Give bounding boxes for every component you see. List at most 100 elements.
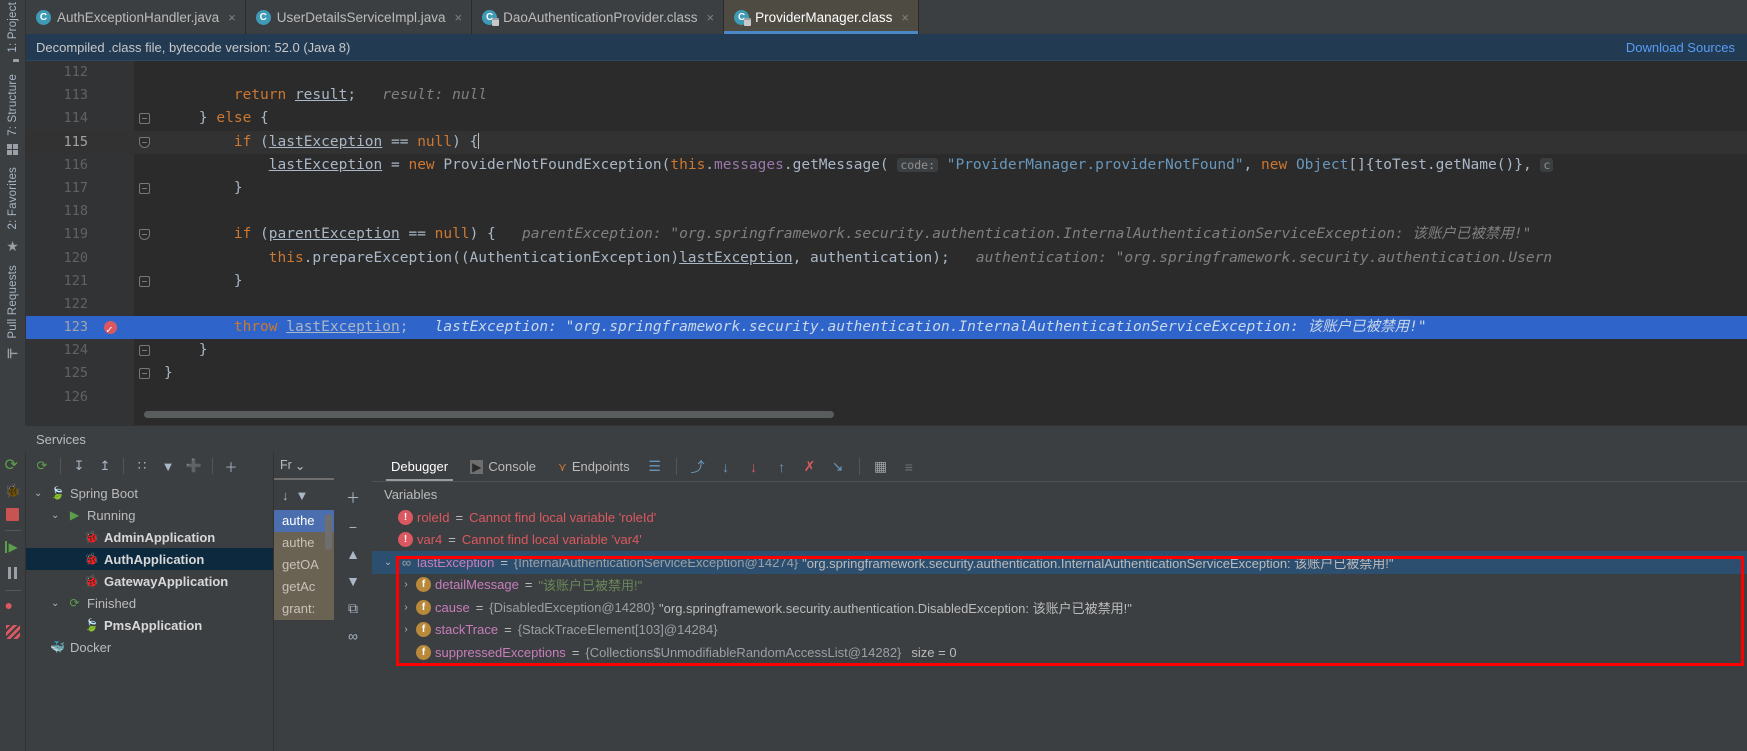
chevron-right-icon[interactable]: › <box>400 624 412 635</box>
expand-all-icon[interactable]: ↧ <box>67 455 91 477</box>
code-fold-icon[interactable] <box>139 136 150 148</box>
chevron-down-icon[interactable]: ⌄ <box>382 557 394 568</box>
variable-row[interactable]: ! roleId = Cannot find local variable 'role… <box>372 506 1747 529</box>
code-fold-icon[interactable] <box>139 345 150 357</box>
services-tree-item-spring boot[interactable]: ⌄ 🍃 Spring Boot <box>26 482 273 504</box>
code-line[interactable]: 125} <box>26 362 1747 385</box>
drop-frame-icon[interactable]: ✗ <box>796 455 824 479</box>
tab-console[interactable]: ▶ Console <box>459 452 547 481</box>
frame-item[interactable]: getOA <box>274 554 334 576</box>
layout-settings-icon[interactable]: ☰ <box>641 455 669 479</box>
filter-icon[interactable]: ▼ <box>156 455 180 477</box>
step-into-icon[interactable]: ↓ <box>712 455 740 479</box>
sidebar-tab-pull-requests[interactable]: Pull Requests <box>7 263 19 345</box>
frame-item[interactable]: getAc <box>274 576 334 598</box>
rerun-icon[interactable] <box>5 455 21 475</box>
code-editor[interactable]: 112 113 return result; result: null 114 } … <box>26 61 1747 425</box>
inspect-icon[interactable]: ∞ <box>348 628 358 644</box>
variable-row[interactable]: › f detailMessage = "该账户已被禁用!" <box>372 574 1747 597</box>
chevron-right-icon[interactable]: › <box>400 602 412 613</box>
code-line[interactable]: 119 if (parentException == null) { paren… <box>26 223 1747 246</box>
code-fold-icon[interactable] <box>139 275 150 287</box>
debug-icon[interactable] <box>5 483 21 499</box>
move-up-icon[interactable]: ▲ <box>346 546 360 562</box>
code-line[interactable]: 122 <box>26 293 1747 316</box>
chevron-down-icon[interactable]: ⌄ <box>295 458 305 473</box>
frames-scrollbar[interactable] <box>325 514 332 550</box>
code-line[interactable]: 113 return result; result: null <box>26 84 1747 107</box>
pause-program-icon[interactable] <box>5 565 21 581</box>
code-line[interactable]: 115 if (lastException == null) { <box>26 130 1747 154</box>
frames-header[interactable]: Fr ⌄ <box>274 452 334 480</box>
rerun-icon[interactable]: ⟳ <box>30 455 54 477</box>
step-out-icon[interactable]: ↑ <box>768 455 796 479</box>
services-tree-item-authapplication[interactable]: 🐞 AuthApplication <box>26 548 273 570</box>
chevron-down-icon[interactable]: ⌄ <box>51 510 62 521</box>
variables-list[interactable]: ! roleId = Cannot find local variable 'role… <box>372 506 1747 751</box>
stop-icon[interactable] <box>6 508 19 521</box>
variable-row[interactable]: › f cause = {DisabledException@14280} "org.s… <box>372 596 1747 619</box>
variable-row[interactable]: f suppressedExceptions = {Collections$Unmod… <box>372 641 1747 664</box>
force-step-into-icon[interactable]: ↓ <box>740 455 768 479</box>
close-icon[interactable]: × <box>901 10 909 25</box>
editor-horizontal-scrollbar[interactable] <box>144 411 834 418</box>
variable-row[interactable]: ⌄ ∞ lastException = {InternalAuthenticationS… <box>372 551 1747 574</box>
code-fold-icon[interactable] <box>139 229 150 241</box>
breakpoint-icon[interactable] <box>104 318 117 341</box>
code-fold-icon[interactable] <box>139 368 150 380</box>
add-watch-icon[interactable]: ＋ <box>346 488 360 508</box>
code-line[interactable]: 120 this.prepareException((Authenticatio… <box>26 247 1747 270</box>
add-service-icon[interactable]: ＋ <box>219 455 243 477</box>
services-tree-item-docker[interactable]: 🐳 Docker <box>26 636 273 658</box>
services-tree[interactable]: ⌄ 🍃 Spring Boot ⌄ ▶ Running 🐞 AdminApplication 🐞… <box>26 480 273 658</box>
sidebar-tab-project[interactable]: 1: Project <box>7 0 19 59</box>
editor-tab-1[interactable]: C UserDetailsServiceImpl.java × <box>246 0 473 34</box>
close-icon[interactable]: × <box>228 10 236 25</box>
close-icon[interactable]: × <box>455 10 463 25</box>
filter-frames-icon[interactable]: ▼ <box>296 488 309 503</box>
code-lines[interactable]: 112 113 return result; result: null 114 } … <box>26 61 1747 425</box>
code-line[interactable]: 126 <box>26 386 1747 409</box>
resume-program-icon[interactable] <box>4 540 21 556</box>
mute-breakpoints-icon[interactable] <box>5 625 20 639</box>
thread-dump-icon[interactable]: ↓ <box>282 488 289 503</box>
code-fold-icon[interactable] <box>139 113 150 125</box>
copy-value-icon[interactable]: ⧉ <box>348 600 358 617</box>
services-tree-item-pmsapplication[interactable]: 🍃 PmsApplication <box>26 614 273 636</box>
move-down-icon[interactable]: ▼ <box>346 573 360 589</box>
tab-endpoints[interactable]: ⋎ Endpoints <box>547 452 641 481</box>
frame-item[interactable]: grant: <box>274 598 334 620</box>
evaluate-expression-icon[interactable]: ▦ <box>867 455 895 479</box>
group-by-icon[interactable]: ∷ <box>130 455 154 477</box>
download-sources-link[interactable]: Download Sources <box>1626 40 1735 55</box>
step-over-icon[interactable]: ⤴ <box>684 455 712 479</box>
code-line[interactable]: 121 } <box>26 270 1747 293</box>
code-line[interactable]: 123 throw lastException; lastException: … <box>26 316 1747 341</box>
services-tree-item-running[interactable]: ⌄ ▶ Running <box>26 504 273 526</box>
services-tree-item-adminapplication[interactable]: 🐞 AdminApplication <box>26 526 273 548</box>
tab-debugger[interactable]: Debugger <box>380 452 459 481</box>
code-line[interactable]: 118 <box>26 200 1747 223</box>
services-tree-item-finished[interactable]: ⌄ ⟳ Finished <box>26 592 273 614</box>
editor-tab-3[interactable]: C ProviderManager.class × <box>724 0 919 34</box>
view-breakpoints-icon[interactable] <box>5 597 21 616</box>
variable-row[interactable]: › f stackTrace = {StackTraceElement[103]@142… <box>372 619 1747 642</box>
add-tab-icon[interactable]: ➕ <box>182 455 206 477</box>
code-fold-icon[interactable] <box>139 182 150 194</box>
collapse-all-icon[interactable]: ↥ <box>93 455 117 477</box>
chevron-down-icon[interactable]: ⌄ <box>34 488 45 499</box>
chevron-right-icon[interactable]: › <box>400 579 412 590</box>
services-tree-item-gatewayapplication[interactable]: 🐞 GatewayApplication <box>26 570 273 592</box>
sidebar-tab-structure[interactable]: 7: Structure <box>7 72 19 142</box>
code-line[interactable]: 114 } else { <box>26 107 1747 130</box>
code-line[interactable]: 117 } <box>26 177 1747 200</box>
code-line[interactable]: 112 <box>26 61 1747 84</box>
variable-row[interactable]: ! var4 = Cannot find local variable 'var4' <box>372 529 1747 552</box>
code-line[interactable]: 116 lastException = new ProviderNotFound… <box>26 154 1747 177</box>
sidebar-tab-favorites[interactable]: 2: Favorites <box>7 165 19 235</box>
editor-tab-0[interactable]: C AuthExceptionHandler.java × <box>26 0 246 34</box>
editor-tab-2[interactable]: C DaoAuthenticationProvider.class × <box>472 0 725 34</box>
code-line[interactable]: 124 } <box>26 339 1747 362</box>
show-execution-point-icon[interactable]: ≡ <box>895 455 923 479</box>
chevron-down-icon[interactable]: ⌄ <box>51 598 62 609</box>
